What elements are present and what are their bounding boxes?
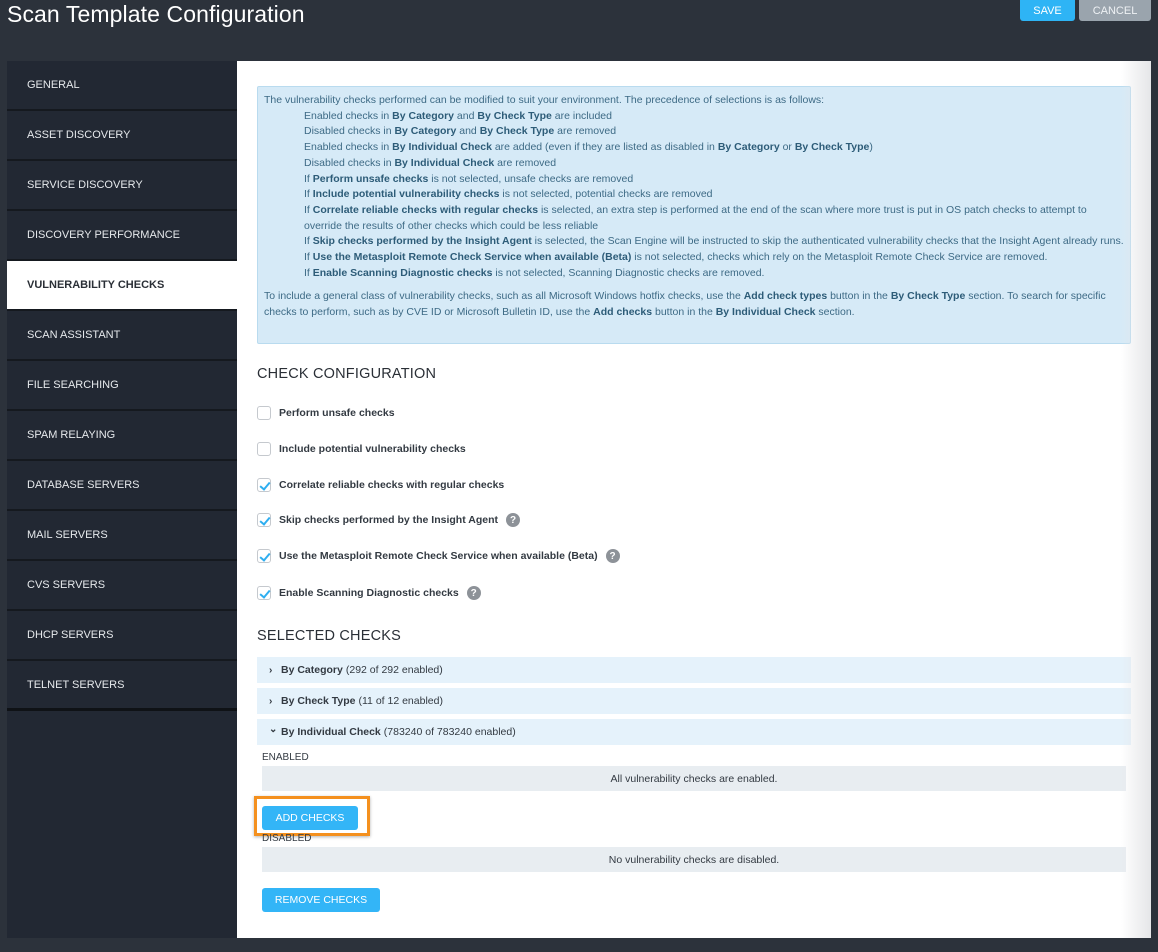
help-icon[interactable]: ?: [506, 513, 520, 527]
chevron-right-icon: ›: [269, 695, 273, 707]
accordion-by-check-type[interactable]: › By Check Type (11 of 12 enabled): [257, 688, 1131, 714]
cancel-button[interactable]: CANCEL: [1079, 0, 1151, 21]
disabled-label: DISABLED: [262, 833, 312, 844]
disabled-checks-list: No vulnerability checks are disabled.: [262, 847, 1126, 872]
option-label: Include potential vulnerability checks: [279, 443, 466, 455]
info-rule: If Skip checks performed by the Insight …: [304, 235, 1124, 248]
checkbox-correlate-reliable[interactable]: [257, 478, 271, 492]
info-intro: The vulnerability checks performed can b…: [264, 94, 825, 106]
sidebar-item-file-searching[interactable]: FILE SEARCHING: [7, 361, 237, 411]
option-label: Enable Scanning Diagnostic checks: [279, 587, 459, 599]
sidebar-item-discovery-performance[interactable]: DISCOVERY PERFORMANCE: [7, 211, 237, 261]
option-perform-unsafe-checks[interactable]: Perform unsafe checks: [257, 406, 395, 420]
info-rules: Enabled checks in By Category and By Che…: [264, 109, 1124, 282]
sidebar-item-label: SERVICE DISCOVERY: [27, 179, 143, 191]
page-title: Scan Template Configuration: [7, 1, 305, 27]
sidebar-item-label: DATABASE SERVERS: [27, 479, 140, 491]
chevron-down-icon: ⌄: [269, 723, 278, 735]
option-label: Skip checks performed by the Insight Age…: [279, 514, 498, 526]
sidebar-item-general[interactable]: GENERAL: [7, 61, 237, 111]
sidebar-item-service-discovery[interactable]: SERVICE DISCOVERY: [7, 161, 237, 211]
sidebar-item-label: DISCOVERY PERFORMANCE: [27, 229, 181, 241]
info-rule: If Include potential vulnerability check…: [304, 188, 713, 201]
remove-checks-button[interactable]: REMOVE CHECKS: [262, 888, 380, 912]
info-box: The vulnerability checks performed can b…: [257, 86, 1131, 344]
enabled-label: ENABLED: [262, 752, 309, 763]
check-configuration-title: CHECK CONFIGURATION: [257, 366, 437, 382]
accordion-count: (292 of 292 enabled): [345, 664, 443, 676]
selected-checks-title: SELECTED CHECKS: [257, 628, 402, 644]
info-rule: Enabled checks in By Category and By Che…: [304, 109, 612, 122]
sidebar-item-label: FILE SEARCHING: [27, 379, 119, 391]
sidebar-item-label: SCAN ASSISTANT: [27, 329, 121, 341]
disabled-empty-message: No vulnerability checks are disabled.: [608, 853, 780, 866]
main-panel: The vulnerability checks performed can b…: [237, 61, 1151, 938]
sidebar-item-label: CVS SERVERS: [27, 579, 106, 591]
accordion-count: (11 of 12 enabled): [358, 695, 443, 707]
info-rule: Enabled checks in By Individual Check ar…: [304, 141, 873, 154]
sidebar-item-label: SPAM RELAYING: [27, 429, 116, 441]
enabled-checks-list: All vulnerability checks are enabled.: [262, 766, 1126, 791]
option-metasploit-remote-check[interactable]: Use the Metasploit Remote Check Service …: [257, 549, 620, 563]
checkbox-include-potential[interactable]: [257, 442, 271, 456]
sidebar-item-label: ASSET DISCOVERY: [27, 129, 131, 141]
option-skip-insight-agent-checks[interactable]: Skip checks performed by the Insight Age…: [257, 513, 520, 527]
info-footer: To include a general class of vulnerabil…: [264, 290, 1106, 319]
sidebar-item-label: MAIL SERVERS: [27, 529, 108, 541]
option-scanning-diagnostic-checks[interactable]: Enable Scanning Diagnostic checks ?: [257, 586, 481, 600]
option-label: Use the Metasploit Remote Check Service …: [279, 550, 598, 562]
sidebar-item-label: GENERAL: [27, 79, 80, 91]
info-rule: If Use the Metasploit Remote Check Servi…: [304, 251, 1048, 264]
accordion-by-individual-check[interactable]: ⌄ By Individual Check (783240 of 783240 …: [257, 719, 1131, 745]
info-rule: If Perform unsafe checks is not selected…: [304, 172, 634, 185]
accordion-label: By Individual Check: [281, 726, 381, 738]
save-button[interactable]: SAVE: [1020, 0, 1075, 21]
help-icon[interactable]: ?: [605, 549, 620, 563]
sidebar-item-scan-assistant[interactable]: SCAN ASSISTANT: [7, 311, 237, 361]
sidebar-item-dhcp-servers[interactable]: DHCP SERVERS: [7, 611, 237, 661]
sidebar: GENERAL ASSET DISCOVERY SERVICE DISCOVER…: [7, 61, 237, 938]
info-rule: Disabled checks in By Category and By Ch…: [304, 125, 617, 138]
sidebar-item-asset-discovery[interactable]: ASSET DISCOVERY: [7, 111, 237, 161]
checkbox-skip-insight-agent[interactable]: [257, 513, 271, 527]
chevron-right-icon: ›: [269, 664, 273, 676]
sidebar-item-mail-servers[interactable]: MAIL SERVERS: [7, 511, 237, 561]
info-rule: Disabled checks in By Individual Check a…: [304, 156, 557, 169]
sidebar-item-spam-relaying[interactable]: SPAM RELAYING: [7, 411, 237, 461]
sidebar-item-telnet-servers[interactable]: TELNET SERVERS: [7, 661, 237, 711]
option-label: Correlate reliable checks with regular c…: [279, 479, 505, 491]
sidebar-item-label: TELNET SERVERS: [27, 678, 125, 691]
sidebar-item-label: DHCP SERVERS: [27, 629, 114, 641]
add-checks-button[interactable]: ADD CHECKS: [262, 806, 358, 830]
option-include-potential-checks[interactable]: Include potential vulnerability checks: [257, 442, 466, 456]
checkbox-scanning-diagnostic[interactable]: [257, 586, 271, 600]
option-correlate-reliable-checks[interactable]: Correlate reliable checks with regular c…: [257, 478, 504, 492]
accordion-count: (783240 of 783240 enabled): [383, 726, 516, 738]
checkbox-perform-unsafe[interactable]: [257, 406, 271, 420]
accordion-label: By Category: [281, 664, 343, 676]
help-icon[interactable]: ?: [466, 586, 481, 600]
option-label: Perform unsafe checks: [279, 407, 395, 419]
accordion-by-category[interactable]: › By Category (292 of 292 enabled): [257, 657, 1131, 683]
enabled-empty-message: All vulnerability checks are enabled.: [610, 772, 778, 785]
checkbox-metasploit-remote[interactable]: [257, 549, 271, 563]
sidebar-item-label: VULNERABILITY CHECKS: [27, 279, 165, 291]
accordion-label: By Check Type: [281, 695, 356, 707]
sidebar-item-vulnerability-checks[interactable]: VULNERABILITY CHECKS: [7, 261, 237, 311]
info-rule: If Enable Scanning Diagnostic checks is …: [304, 266, 765, 279]
sidebar-item-database-servers[interactable]: DATABASE SERVERS: [7, 461, 237, 511]
info-rule: If Correlate reliable checks with regula…: [304, 203, 1087, 232]
sidebar-item-cvs-servers[interactable]: CVS SERVERS: [7, 561, 237, 611]
